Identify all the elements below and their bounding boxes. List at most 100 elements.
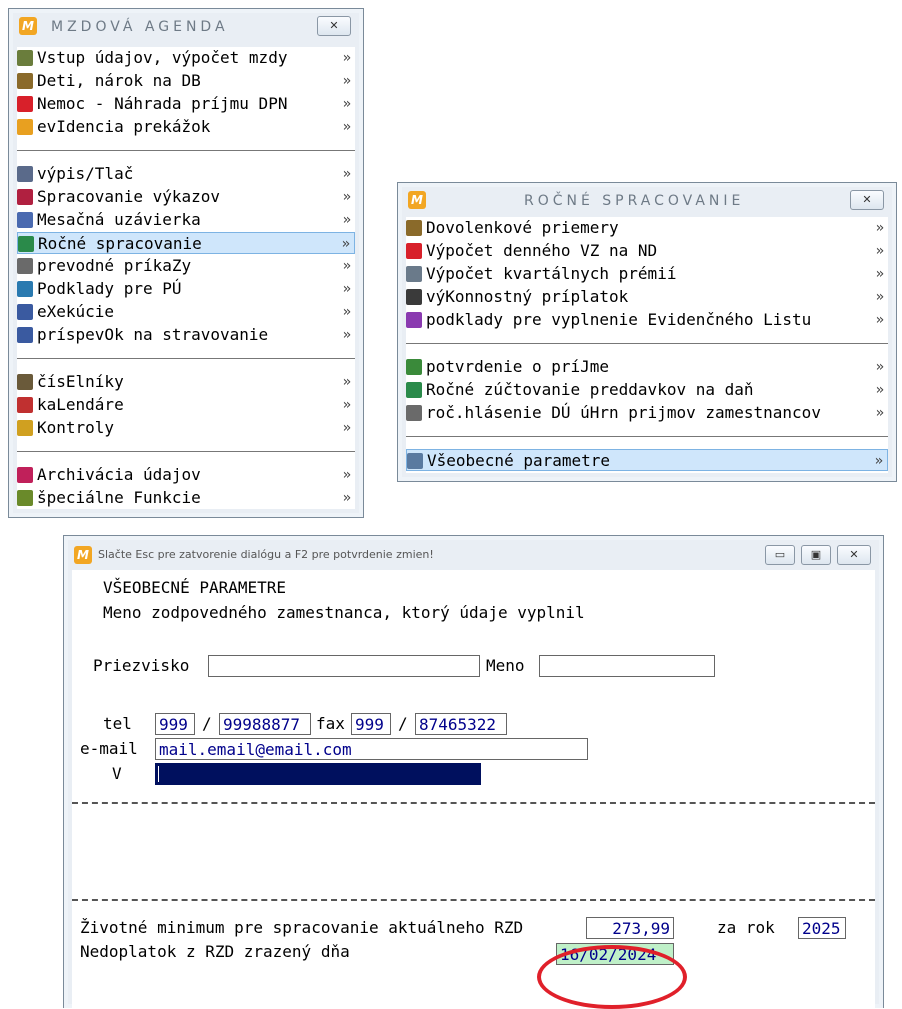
menu-item-label: Dovolenkové priemery: [426, 218, 619, 237]
menu-item-label: potvrdenie o príJme: [426, 357, 610, 376]
menu-item-label: Nemoc - Náhrada príjmu DPN: [37, 94, 288, 113]
living-minimum-input[interactable]: 273,99: [586, 917, 674, 939]
menu-item-dovolenkove-priemery[interactable]: Dovolenkové priemery »: [406, 217, 888, 239]
dialog-close-button[interactable]: ✕: [837, 545, 871, 565]
annual-menu-close-button[interactable]: ✕: [850, 190, 884, 210]
menu-item-label: evIdencia prekážok: [37, 117, 211, 136]
menu-item-specialne-funkcie[interactable]: špeciálne Funkcie »: [17, 487, 355, 509]
menu-item-label: eXekúcie: [37, 302, 115, 321]
menu-item-evidencia-prekazok[interactable]: evIdencia prekážok »: [17, 116, 355, 138]
menu-item-nemoc-nahrada-prijmu-dpn[interactable]: Nemoc - Náhrada príjmu DPN »: [17, 93, 355, 115]
dialog-heading: VŠEOBECNÉ PARAMETRE: [103, 578, 287, 597]
fax-number-input[interactable]: 87465322: [415, 713, 507, 735]
fax-prefix-input[interactable]: 999: [351, 713, 391, 735]
submenu-arrow-icon: »: [875, 405, 884, 421]
menu-item-exekucie[interactable]: eXekúcie »: [17, 301, 355, 323]
menu-item-label: prevodné príkaZy: [37, 256, 192, 275]
submenu-arrow-icon: »: [342, 420, 351, 436]
menu-item-vypocet-denneho-vz-na-nd[interactable]: Výpočet denného VZ na ND »: [406, 240, 888, 262]
menu-item-prispevok-na-stravovanie[interactable]: príspevOk na stravovanie »: [17, 324, 355, 346]
menu-item-podklady-pre-pu[interactable]: Podklady pre PÚ »: [17, 278, 355, 300]
globe-icon: [406, 382, 422, 398]
fax-slash: /: [398, 714, 408, 733]
submenu-arrow-icon: »: [342, 374, 351, 390]
menu-item-potvrdenie-o-prijme[interactable]: potvrdenie o príJme »: [406, 356, 888, 378]
submenu-arrow-icon: »: [342, 258, 351, 274]
menu-item-deti-narok-na-db[interactable]: Deti, nárok na DB »: [17, 70, 355, 92]
menu-item-spracovanie-vykazov[interactable]: Spracovanie výkazov »: [17, 186, 355, 208]
underpayment-label: Nedoplatok z RZD zrazený dňa: [80, 942, 350, 961]
dialog-body: VŠEOBECNÉ PARAMETRE Meno zodpovedného za…: [72, 570, 875, 1009]
document-icon: [406, 312, 422, 328]
name-label: Meno: [486, 656, 525, 675]
submenu-arrow-icon: »: [342, 327, 351, 343]
children-icon: [17, 73, 33, 89]
annual-menu-titlebar: M ROČNÉ SPRACOVANIE ✕: [406, 187, 888, 213]
menu-item-prevodne-prikazy[interactable]: prevodné príkaZy »: [17, 255, 355, 277]
menu-item-label: kaLendáre: [37, 395, 124, 414]
menu-item-roc-hlasenie-du-uhrn-prijmov-zamestnancov[interactable]: roč.hlásenie DÚ úHrn prijmov zamestnanco…: [406, 402, 888, 424]
main-menu-list: Vstup údajov, výpočet mzdy » Deti, nárok n…: [17, 47, 355, 509]
menu-item-mesacna-uzavierka[interactable]: Mesačná uzávierka »: [17, 209, 355, 231]
menu-separator: [406, 436, 888, 437]
email-input[interactable]: mail.email@email.com: [155, 738, 588, 760]
calendar-day-icon: [17, 397, 33, 413]
medical-cross-icon: [406, 243, 422, 259]
search-person-icon: [17, 281, 33, 297]
menu-item-label: Kontroly: [37, 418, 115, 437]
menu-item-podklady-pre-vyplnenie-evidencneho-listu[interactable]: podklady pre vyplnenie Evidenčného Listu…: [406, 309, 888, 331]
main-menu-close-button[interactable]: ✕: [317, 16, 351, 36]
surname-label: Priezvisko: [93, 656, 190, 675]
annual-menu-title: ROČNÉ SPRACOVANIE: [524, 193, 745, 209]
submenu-arrow-icon: »: [341, 236, 350, 252]
menu-item-archivacia-udajov[interactable]: Archivácia údajov »: [17, 464, 355, 486]
text-cursor: [158, 766, 159, 782]
tel-prefix-input[interactable]: 999: [155, 713, 195, 735]
surname-input[interactable]: [208, 655, 480, 677]
settings-icon: [407, 453, 423, 469]
menu-item-kalendare[interactable]: kaLendáre »: [17, 394, 355, 416]
bank-icon: [17, 258, 33, 274]
submenu-arrow-icon: »: [875, 312, 884, 328]
submenu-arrow-icon: »: [342, 119, 351, 135]
menu-item-label: Podklady pre PÚ: [37, 279, 182, 298]
menu-item-label: Ročné zúčtovanie preddavkov na daň: [426, 380, 754, 399]
year-input[interactable]: 2025: [798, 917, 846, 939]
menu-item-kontroly[interactable]: Kontroly »: [17, 417, 355, 439]
app-logo-icon: M: [74, 546, 92, 564]
maximize-button[interactable]: ▣: [801, 545, 831, 565]
year-label: za rok: [717, 918, 775, 937]
menu-item-label: Vstup údajov, výpočet mzdy: [37, 48, 288, 67]
submenu-arrow-icon: »: [342, 467, 351, 483]
submenu-arrow-icon: »: [342, 50, 351, 66]
name-input[interactable]: [539, 655, 715, 677]
menu-item-rocne-spracovanie[interactable]: Ročné spracovanie »: [17, 232, 355, 254]
submenu-arrow-icon: »: [874, 453, 883, 469]
menu-item-vstup-udajov-vypocet-mzdy[interactable]: Vstup údajov, výpočet mzdy »: [17, 47, 355, 69]
menu-item-rocne-zuctovanie-preddavkov-na-dan[interactable]: Ročné zúčtovanie preddavkov na daň »: [406, 379, 888, 401]
menu-item-vypis-tlac[interactable]: výpis/Tlač »: [17, 163, 355, 185]
menu-item-vseobecne-parametre[interactable]: Všeobecné parametre »: [406, 449, 888, 471]
email-label: e-mail: [80, 739, 138, 758]
menu-item-label: čísElníky: [37, 372, 124, 391]
bank-icon: [406, 405, 422, 421]
menu-item-vypocet-kvartalnych-premii[interactable]: Výpočet kvartálnych prémií »: [406, 263, 888, 285]
menu-item-ciselniky[interactable]: čísElníky »: [17, 371, 355, 393]
place-input[interactable]: [155, 763, 481, 785]
minimize-button[interactable]: ▭: [765, 545, 795, 565]
tel-number-input[interactable]: 99988877: [219, 713, 311, 735]
menu-item-vykonnostny-priplatok[interactable]: výKonnostný príplatok »: [406, 286, 888, 308]
menu-item-label: Deti, nárok na DB: [37, 71, 201, 90]
obstacle-icon: [17, 119, 33, 135]
submenu-arrow-icon: »: [875, 359, 884, 375]
menu-item-label: podklady pre vyplnenie Evidenčného Listu: [426, 310, 812, 329]
dialog-titlebar: M Slačte Esc pre zatvorenie dialógu a F2…: [72, 542, 875, 568]
menu-item-label: roč.hlásenie DÚ úHrn prijmov zamestnanco…: [426, 403, 821, 422]
hammer-icon: [406, 289, 422, 305]
floppy-icon: [17, 467, 33, 483]
list-icon: [17, 374, 33, 390]
menu-item-label: Mesačná uzávierka: [37, 210, 201, 229]
annual-menu-list: Dovolenkové priemery» Výpočet denného VZ …: [406, 217, 888, 473]
main-menu-window: M MZDOVÁ AGENDA ✕ Vstup údajov, výpočet …: [8, 8, 364, 518]
menu-separator: [406, 343, 888, 344]
